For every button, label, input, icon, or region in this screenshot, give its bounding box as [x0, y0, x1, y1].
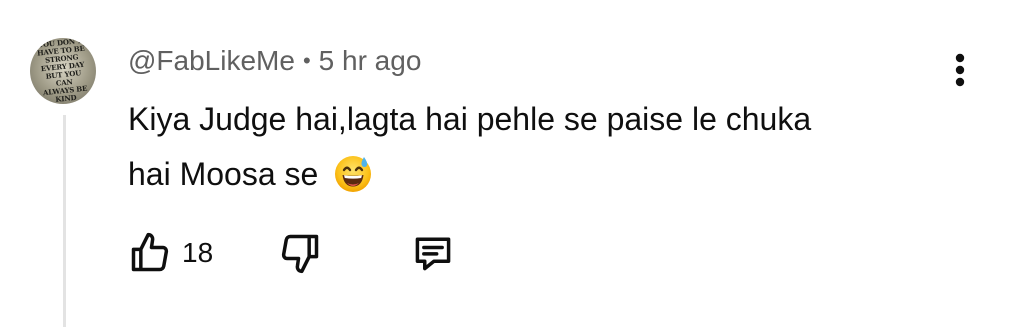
author-name[interactable]: @FabLikeMe [128, 45, 295, 77]
timestamp[interactable]: 5 hr ago [319, 45, 422, 77]
like-count: 18 [182, 237, 214, 268]
dislike-button[interactable] [278, 231, 322, 275]
comment-text-line-2: hai Moosa se [128, 147, 928, 210]
avatar-image-text: YOU DON'T HAVE TO BE STRONG EVERY DAY BU… [36, 38, 88, 104]
thread-line [63, 115, 66, 327]
separator-dot: • [302, 48, 311, 73]
comment-item: YOU DON'T HAVE TO BE STRONG EVERY DAY BU… [0, 0, 1024, 327]
thumbs-up-icon [131, 232, 169, 272]
thumbs-down-icon [281, 234, 319, 274]
grinning-face-with-sweat-emoji [333, 153, 373, 210]
comment-actions: 18 [128, 231, 508, 275]
comment-text-line-1: Kiya Judge hai,lagta hai pehle se paise … [128, 101, 812, 137]
reply-button[interactable] [411, 231, 455, 275]
reply-comment-icon [415, 237, 451, 271]
more-options-button[interactable] [940, 48, 980, 92]
like-button[interactable]: 18 [128, 231, 213, 275]
comment-text: Kiya Judge hai,lagta hai pehle se paise … [128, 92, 928, 210]
avatar[interactable]: YOU DON'T HAVE TO BE STRONG EVERY DAY BU… [30, 38, 96, 104]
more-vertical-icon [955, 53, 965, 87]
comment-text-line-2-content: hai Moosa se [128, 156, 319, 192]
comment-header: @FabLikeMe • 5 hr ago [128, 44, 421, 78]
